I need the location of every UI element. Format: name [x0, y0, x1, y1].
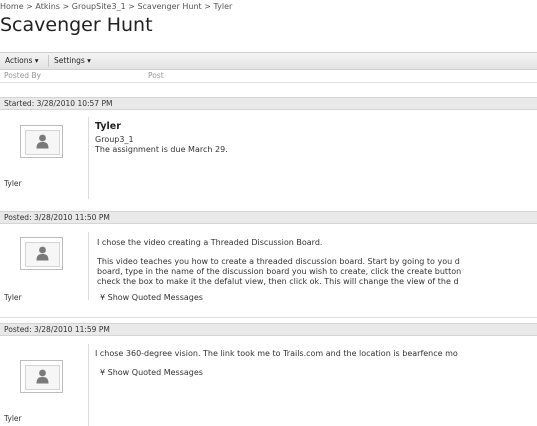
column-post[interactable]: Post	[148, 71, 164, 80]
show-quoted-label: Show Quoted Messages	[107, 293, 203, 302]
show-quoted-messages-link[interactable]: ¥ Show Quoted Messages	[100, 293, 203, 302]
post-header: Posted: 3/28/2010 11:50 PM	[0, 211, 537, 224]
user-icon	[36, 134, 49, 149]
post-header-started: Started: 3/28/2010 10:57 PM	[0, 97, 537, 110]
avatar[interactable]	[20, 360, 63, 393]
double-chevron-down-icon: ¥	[100, 293, 106, 302]
show-quoted-label: Show Quoted Messages	[107, 368, 203, 377]
toolbar-divider	[48, 55, 49, 67]
post-author[interactable]: Tyler	[4, 293, 22, 302]
post-divider	[88, 344, 89, 426]
post-author[interactable]: Tyler	[4, 179, 22, 188]
show-quoted-messages-link[interactable]: ¥ Show Quoted Messages	[100, 368, 203, 377]
post-divider	[88, 232, 89, 300]
post-line: check the box to make it the defalut vie…	[97, 277, 459, 286]
post-title[interactable]: Tyler	[95, 122, 121, 132]
post-group: Group3_1	[95, 135, 134, 144]
actions-menu[interactable]: Actions ▾	[5, 56, 39, 65]
breadcrumb[interactable]: Home > Atkins > GroupSite3_1 > Scavenger…	[0, 2, 537, 14]
post-line: This video teaches you how to create a t…	[97, 257, 460, 266]
post-line: board, type in the name of the discussio…	[97, 267, 462, 276]
page-title: Scavenger Hunt	[0, 14, 153, 36]
column-header: Posted By Post	[0, 70, 537, 83]
avatar-frame	[25, 242, 60, 267]
post-line: I chose 360-degree vision. The link took…	[95, 349, 458, 358]
user-icon	[36, 369, 49, 384]
avatar-frame	[25, 365, 60, 390]
avatar[interactable]	[20, 125, 63, 158]
double-chevron-down-icon: ¥	[100, 368, 106, 377]
column-posted-by[interactable]: Posted By	[4, 71, 41, 80]
post-divider	[88, 117, 89, 199]
post-header: Posted: 3/28/2010 11:59 PM	[0, 323, 537, 336]
post-author[interactable]: Tyler	[4, 414, 22, 423]
settings-menu[interactable]: Settings ▾	[54, 56, 91, 65]
user-icon	[36, 246, 49, 261]
post-line: I chose the video creating a Threaded Di…	[97, 238, 323, 247]
toolbar: Actions ▾ Settings ▾	[0, 52, 537, 70]
post-body: The assignment is due March 29.	[95, 145, 228, 154]
avatar-frame	[25, 130, 60, 155]
avatar[interactable]	[20, 237, 63, 270]
post-separator	[0, 317, 537, 318]
